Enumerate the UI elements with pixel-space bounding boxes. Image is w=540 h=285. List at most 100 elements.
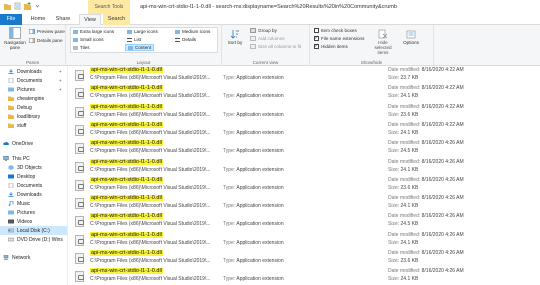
hide-selected-icon [378,29,388,39]
tiles-icon [73,45,78,50]
file-date: Date modified: 8/16/2020 4:26 AM [388,250,464,256]
list-item[interactable]: api-ms-win-crt-stdio-l1-1-0.dll C:\Progr… [70,139,540,157]
layout-large-icons[interactable]: Large icons [127,29,158,34]
layout-medium-icons[interactable]: Medium icons [175,29,210,34]
nav-item-desktop[interactable]: Desktop [0,172,67,181]
chevron-down-icon[interactable] [34,2,41,10]
type-value: Application extension [236,111,284,118]
list-item[interactable]: api-ms-win-crt-stdio-l1-1-0.dll C:\Progr… [70,249,540,267]
preview-pane-button[interactable]: Preview pane [29,29,65,34]
sort-by-button[interactable]: Sort by [226,29,244,45]
list-item[interactable]: api-ms-win-crt-stdio-l1-1-0.dll C:\Progr… [70,66,540,84]
nav-item-3d-objects[interactable]: 3D Objects [0,163,67,172]
nav-item-cheatengine[interactable]: cheatengine [0,94,67,103]
layout-item-label: Tiles [80,45,90,50]
size-key: Size: [388,166,400,173]
list-item[interactable]: api-ms-win-crt-stdio-l1-1-0.dll C:\Progr… [70,231,540,249]
file-name-extensions-checkbox[interactable] [314,35,319,41]
nav-item-music[interactable]: Music [0,199,67,208]
list-item[interactable]: api-ms-win-crt-stdio-l1-1-0.dll C:\Progr… [70,267,540,285]
nav-item-network[interactable]: Network [0,253,67,262]
folder-icon [8,96,14,101]
list-item[interactable]: api-ms-win-crt-stdio-l1-1-0.dll C:\Progr… [70,176,540,194]
tab-search[interactable]: Search [103,14,130,25]
list-item[interactable]: api-ms-win-crt-stdio-l1-1-0.dll C:\Progr… [70,84,540,102]
nav-item-pictures-quick[interactable]: Pictures ✦ [0,85,67,94]
file-path: C:\Program Files (x86)\Microsoft Visual … [90,148,211,155]
nav-item-loadlibrary[interactable]: loadlibrary [0,112,67,121]
music-icon [8,200,14,206]
quick-access-toolbar [4,2,41,10]
hidden-items-toggle[interactable]: Hidden items [314,43,348,49]
item-check-boxes-checkbox[interactable] [314,28,319,33]
layout-list[interactable]: List [127,37,141,42]
cube-icon [8,165,14,170]
layout-item-label: Details [182,37,197,42]
layout-details[interactable]: Details [175,37,196,42]
nav-item-documents-quick[interactable]: Documents ✦ [0,76,67,85]
file-path: C:\Program Files (x86)\Microsoft Visual … [90,258,211,264]
date-key: Date modified: [388,85,421,92]
file-type: Type: Application extension [223,75,284,81]
nav-item-label: cheatengine [17,95,45,102]
nav-item-stuff[interactable]: stuff [0,121,67,130]
nav-item-pictures[interactable]: Pictures [0,208,67,217]
size-key: Size: [388,276,400,283]
navigation-pane-label: Navigation pane [4,40,26,50]
pin-icon: ✦ [58,69,62,74]
type-key: Type: [223,93,236,100]
layout-tiles[interactable]: Tiles [73,45,90,50]
file-type: Type: Application extension [223,203,284,209]
size-key: Size: [388,221,400,228]
properties-icon[interactable] [14,2,21,10]
nav-item-documents[interactable]: Documents [0,181,67,190]
tab-home[interactable]: Home [27,14,49,25]
tab-file[interactable]: File [0,14,22,25]
hide-selected-items-button[interactable]: Hide selected items [370,29,396,55]
nav-item-this-pc[interactable]: This PC [0,154,67,163]
nav-item-downloads-quick[interactable]: Downloads ✦ [0,67,67,76]
nav-item-local-disk[interactable]: Local Disk (C:) [0,226,67,235]
size-value: 23.6 KB [400,184,419,191]
layout-content[interactable]: Content [125,44,155,51]
nav-item-debug[interactable]: Debug [0,103,67,112]
add-columns-button[interactable]: Add columns [250,36,285,41]
group-by-icon [250,28,256,33]
date-value: 8/16/2020 4:26 AM [421,176,464,183]
file-date: Date modified: 8/16/2020 4:26 AM [388,177,464,183]
nav-item-label: Debug [17,104,32,111]
list-item[interactable]: api-ms-win-crt-stdio-l1-1-0.dll C:\Progr… [70,194,540,212]
folder-icon[interactable] [4,2,11,10]
date-key: Date modified: [388,67,421,73]
nav-item-dvd-drive[interactable]: DVD Drive (D:) Wins [0,235,67,244]
preview-pane-icon [29,29,35,34]
options-button[interactable]: Options [400,29,422,45]
title-bar: Search Tools api-ms-win-crt-stdio-l1-1-0… [0,0,540,14]
navigation-pane-button[interactable]: Navigation pane [2,27,28,50]
pin-icon: ✦ [58,78,62,83]
list-item[interactable]: api-ms-win-crt-stdio-l1-1-0.dll C:\Progr… [70,158,540,176]
nav-item-downloads[interactable]: Downloads [0,190,67,199]
list-item[interactable]: api-ms-win-crt-stdio-l1-1-0.dll C:\Progr… [70,103,540,121]
details-pane-button[interactable]: Details pane [29,38,63,43]
size-columns-button[interactable]: Size all columns to fit [250,44,301,49]
nav-item-label: Network [12,254,31,261]
layout-small-icons[interactable]: Small icons [73,37,104,42]
nav-item-onedrive[interactable]: OneDrive [0,139,67,148]
file-name-extensions-toggle[interactable]: File name extensions [314,35,364,41]
list-item[interactable]: api-ms-win-crt-stdio-l1-1-0.dll C:\Progr… [70,212,540,230]
nav-item-videos[interactable]: Videos [0,217,67,226]
file-type: Type: Application extension [223,93,284,99]
hidden-items-checkbox[interactable] [314,43,319,49]
nav-item-label: 3D Objects [17,164,42,171]
group-by-button[interactable]: Group by [250,28,277,33]
type-value: Application extension [236,75,284,81]
layout-extra-large-icons[interactable]: Extra large icons [73,29,114,34]
layout-item-label: Content [135,45,152,50]
item-check-boxes-toggle[interactable]: Item check boxes [314,28,357,33]
file-size: Size: 24.5 KB [388,148,418,154]
date-value: 8/16/2020 4:26 AM [421,213,464,220]
new-folder-icon[interactable] [24,2,31,10]
tab-share[interactable]: Share [52,14,74,25]
list-item[interactable]: api-ms-win-crt-stdio-l1-1-0.dll C:\Progr… [70,121,540,139]
